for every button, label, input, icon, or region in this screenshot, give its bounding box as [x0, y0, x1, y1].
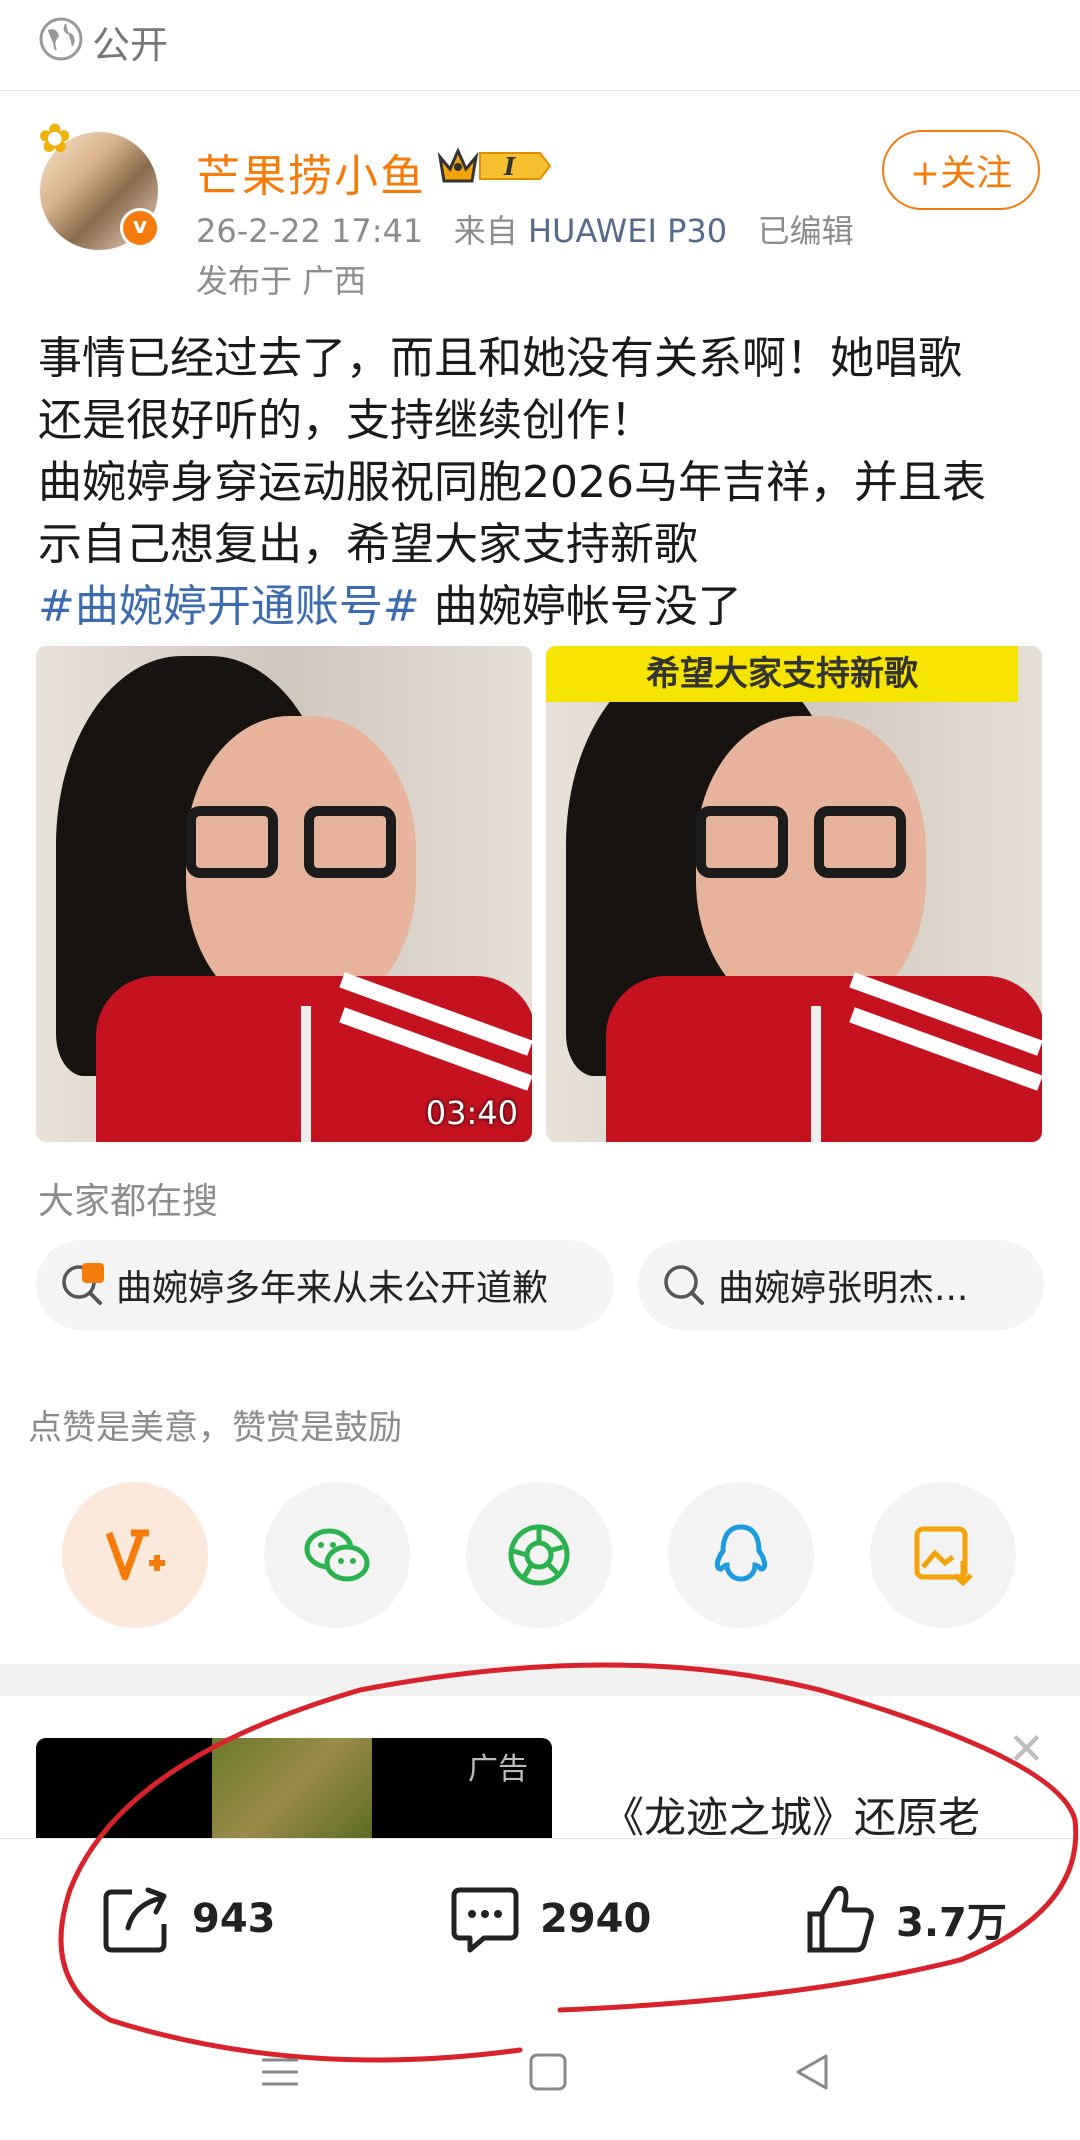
- qq-button[interactable]: [668, 1482, 814, 1628]
- ad-title[interactable]: 《龙迹之城》还原老: [602, 1784, 980, 1845]
- comment-icon: [451, 1887, 519, 1953]
- comment-button[interactable]: 2940: [446, 1880, 651, 1958]
- verified-badge-icon: v: [120, 208, 160, 248]
- body-line: 曲婉婷身穿运动服祝同胞2026马年吉祥，并且表: [38, 457, 986, 508]
- save-image-button[interactable]: [870, 1482, 1016, 1628]
- post-time: 26-2-22 17:41: [196, 212, 424, 250]
- back-nav-icon[interactable]: [790, 2050, 834, 2094]
- section-divider: [0, 1664, 1080, 1696]
- body-line: 事情已经过去了，而且和她没有关系啊！她唱歌: [38, 333, 962, 384]
- level-crown-icon: I: [437, 147, 552, 183]
- save-image-icon: [914, 1526, 973, 1587]
- sunflower-icon: ✿: [38, 116, 72, 162]
- video-thumbnail[interactable]: 03:40: [36, 646, 532, 1142]
- from-prefix: 来自: [453, 212, 518, 250]
- thumbs-up-icon: [807, 1885, 874, 1953]
- body-line: #曲婉婷开通账号# 曲婉婷帐号没了: [38, 576, 1048, 638]
- body-line: 还是很好听的，支持继续创作！: [38, 395, 654, 446]
- username[interactable]: 芒果捞小鱼: [196, 140, 426, 204]
- reward-hint: 点赞是美意，赞赏是鼓励: [28, 1408, 402, 1448]
- hot-search-icon: [62, 1263, 104, 1305]
- like-button[interactable]: 3.7万: [802, 1880, 1007, 1958]
- body-tail: 曲婉婷帐号没了: [419, 581, 742, 632]
- home-nav-icon[interactable]: [526, 2050, 570, 2094]
- reward-button[interactable]: [62, 1482, 208, 1628]
- edited-label[interactable]: 已编辑: [758, 212, 854, 250]
- device-name: HUAWEI P30: [527, 212, 728, 250]
- v-plus-icon: [105, 1529, 165, 1581]
- wechat-button[interactable]: [264, 1482, 410, 1628]
- qq-icon: [714, 1524, 768, 1582]
- search-suggestion[interactable]: 曲婉婷张明杰...: [638, 1240, 1044, 1330]
- post-location: 发布于 广西: [196, 262, 367, 300]
- comment-count: 2940: [540, 1896, 652, 1942]
- search-icon: [664, 1265, 704, 1305]
- search-suggestion-label: 曲婉婷多年来从未公开道歉: [116, 1268, 549, 1309]
- globe-icon: [39, 17, 83, 61]
- post-image[interactable]: 希望大家支持新歌: [546, 646, 1042, 1142]
- wechat-icon: [304, 1528, 370, 1582]
- search-suggestion-label: 曲婉婷张明杰...: [718, 1268, 969, 1309]
- like-count: 3.7万: [896, 1900, 1007, 1946]
- level-badge-text: I: [503, 152, 516, 181]
- menu-nav-icon[interactable]: [258, 2050, 302, 2094]
- hashtag-link[interactable]: #曲婉婷开通账号#: [38, 581, 420, 632]
- post-meta: 26-2-22 17:41 来自 HUAWEI P30 已编辑: [196, 206, 854, 252]
- visibility-bar: 公开: [0, 0, 1080, 91]
- repost-icon: [103, 1887, 167, 1953]
- repost-button[interactable]: 943: [98, 1880, 276, 1958]
- search-section-title: 大家都在搜: [38, 1181, 219, 1222]
- repost-count: 943: [192, 1896, 276, 1942]
- moments-icon: [508, 1524, 570, 1586]
- moments-button[interactable]: [466, 1482, 612, 1628]
- close-icon[interactable]: ✕: [1008, 1724, 1045, 1775]
- search-suggestion[interactable]: 曲婉婷多年来从未公开道歉: [36, 1240, 614, 1330]
- avatar[interactable]: ✿ v: [38, 116, 160, 250]
- body-line: 示自己想复出，希望大家支持新歌: [38, 519, 698, 570]
- ad-tag: 广告: [468, 1752, 528, 1787]
- follow-button[interactable]: +关注: [882, 130, 1040, 210]
- video-duration: 03:40: [425, 1094, 518, 1132]
- visibility-label: 公开: [92, 23, 169, 67]
- image-caption-banner: 希望大家支持新歌: [546, 646, 1018, 702]
- post-body: 事情已经过去了，而且和她没有关系啊！她唱歌 还是很好听的，支持继续创作！ 曲婉婷…: [38, 328, 1048, 638]
